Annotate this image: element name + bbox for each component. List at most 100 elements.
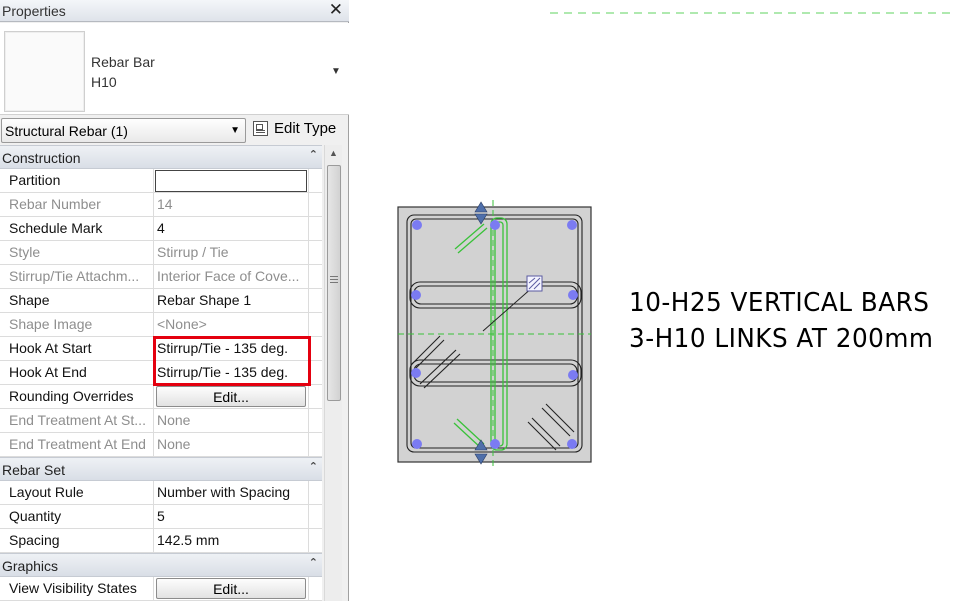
property-value: Stirrup / Tie <box>157 244 229 260</box>
type-selector[interactable]: Rebar Bar H10 ▼ <box>0 23 349 115</box>
rebar-dot <box>411 368 421 378</box>
row-gutter <box>308 529 322 552</box>
property-row-rebar-number: Rebar Number 14 <box>0 193 322 217</box>
row-gutter <box>308 289 322 312</box>
group-construction[interactable]: Construction ⌃ <box>0 145 322 169</box>
property-row-rounding-overrides[interactable]: Rounding Overrides Edit... <box>0 385 322 409</box>
type-family-label: Rebar Bar <box>91 54 155 70</box>
property-name: Shape <box>0 289 154 312</box>
scrollbar-thumb[interactable] <box>327 165 341 401</box>
property-value: <None> <box>157 316 207 332</box>
group-rebar-set[interactable]: Rebar Set ⌃ <box>0 457 322 481</box>
drawing-canvas[interactable]: 10-H25 VERTICAL BARS 3-H10 LINKS AT 200m… <box>350 0 955 601</box>
property-value: None <box>157 436 191 452</box>
group-label: Graphics <box>2 558 59 574</box>
annotation-vertical-bars[interactable]: 10-H25 VERTICAL BARS <box>629 288 929 318</box>
property-name: Stirrup/Tie Attachm... <box>0 265 154 288</box>
collapse-icon[interactable]: ⌃ <box>309 460 318 473</box>
property-row-stirrup-attachment: Stirrup/Tie Attachm... Interior Face of … <box>0 265 322 289</box>
property-value: 14 <box>157 196 173 212</box>
property-row-spacing[interactable]: Spacing 142.5 mm <box>0 529 322 553</box>
property-name: Rebar Number <box>0 193 154 216</box>
property-name: Rounding Overrides <box>0 385 154 408</box>
row-gutter <box>308 169 322 192</box>
collapse-icon[interactable]: ⌃ <box>309 556 318 569</box>
row-gutter <box>308 409 322 432</box>
type-preview-image <box>4 31 85 112</box>
properties-title-bar[interactable]: Properties ✕ <box>0 0 349 22</box>
group-graphics[interactable]: Graphics ⌃ <box>0 553 322 577</box>
property-row-shape-image: Shape Image <None> <box>0 313 322 337</box>
property-row-end-treatment-end: End Treatment At End None <box>0 433 322 457</box>
move-handle-icon[interactable] <box>526 275 543 292</box>
property-name: Schedule Mark <box>0 217 154 240</box>
rebar-dot <box>568 290 578 300</box>
rebar-dot <box>412 220 422 230</box>
row-gutter <box>308 193 322 216</box>
collapse-icon[interactable]: ⌃ <box>309 148 318 161</box>
property-value: None <box>157 412 191 428</box>
type-name-label: H10 <box>91 74 117 90</box>
property-row-view-visibility-states[interactable]: View Visibility States Edit... <box>0 577 322 601</box>
property-row-partition[interactable]: Partition <box>0 169 322 193</box>
property-row-style: Style Stirrup / Tie <box>0 241 322 265</box>
properties-title: Properties <box>2 3 66 19</box>
rebar-dot <box>490 220 500 230</box>
property-name: Quantity <box>0 505 154 528</box>
scroll-up-arrow-icon[interactable]: ▲ <box>329 148 338 158</box>
property-name: End Treatment At St... <box>0 409 154 432</box>
property-row-quantity[interactable]: Quantity 5 <box>0 505 322 529</box>
quantity-field[interactable]: 5 <box>155 505 308 528</box>
row-gutter <box>308 217 322 240</box>
scrollbar-grip-icon <box>330 276 338 283</box>
close-icon[interactable]: ✕ <box>329 0 343 20</box>
hook-at-end-field[interactable]: Stirrup/Tie - 135 deg. <box>155 361 308 384</box>
instance-filter-dropdown[interactable]: Structural Rebar (1) ▼ <box>1 118 246 143</box>
properties-grid: Construction ⌃ Partition Rebar Number 14… <box>0 145 322 601</box>
property-row-shape[interactable]: Shape Rebar Shape 1 <box>0 289 322 313</box>
edit-type-button[interactable]: Edit Type <box>251 118 346 141</box>
properties-palette: Properties ✕ Rebar Bar H10 ▼ Structural … <box>0 0 349 601</box>
rebar-dot <box>411 290 421 300</box>
properties-scrollbar[interactable]: ▲ <box>324 145 342 601</box>
schedule-mark-field[interactable]: 4 <box>155 217 308 240</box>
property-row-hook-at-start[interactable]: Hook At Start Stirrup/Tie - 135 deg. <box>0 337 322 361</box>
property-name: Partition <box>0 169 154 192</box>
edit-type-label: Edit Type <box>274 120 337 137</box>
partition-input[interactable] <box>155 170 307 192</box>
chevron-down-icon[interactable]: ▼ <box>331 66 341 77</box>
view-visibility-edit-button[interactable]: Edit... <box>156 578 306 599</box>
rounding-overrides-edit-button[interactable]: Edit... <box>156 386 306 407</box>
row-gutter <box>308 481 322 504</box>
property-name: End Treatment At End <box>0 433 154 456</box>
shape-field[interactable]: Rebar Shape 1 <box>155 289 308 312</box>
property-row-layout-rule[interactable]: Layout Rule Number with Spacing <box>0 481 322 505</box>
property-name: View Visibility States <box>0 577 154 600</box>
row-gutter <box>308 241 322 264</box>
rebar-dot <box>412 439 422 449</box>
hook-at-start-field[interactable]: Stirrup/Tie - 135 deg. <box>155 337 308 360</box>
property-name: Hook At Start <box>0 337 154 360</box>
property-row-end-treatment-start: End Treatment At St... None <box>0 409 322 433</box>
chevron-down-icon: ▼ <box>230 125 240 136</box>
layout-rule-field[interactable]: Number with Spacing <box>155 481 308 504</box>
row-gutter <box>308 505 322 528</box>
group-label: Construction <box>2 150 81 166</box>
rebar-dot <box>567 220 577 230</box>
property-row-hook-at-end[interactable]: Hook At End Stirrup/Tie - 135 deg. <box>0 361 322 385</box>
row-gutter <box>308 337 322 360</box>
row-gutter <box>308 433 322 456</box>
property-name: Shape Image <box>0 313 154 336</box>
rebar-dot <box>567 439 577 449</box>
annotation-links[interactable]: 3-H10 LINKS AT 200mm <box>629 324 933 354</box>
row-gutter <box>308 265 322 288</box>
row-gutter <box>308 385 322 408</box>
property-name: Style <box>0 241 154 264</box>
row-gutter <box>308 361 322 384</box>
row-gutter <box>308 313 322 336</box>
rebar-dot <box>568 370 578 380</box>
group-label: Rebar Set <box>2 462 66 478</box>
spacing-field[interactable]: 142.5 mm <box>155 529 308 552</box>
instance-filter-value: Structural Rebar (1) <box>5 123 128 139</box>
property-row-schedule-mark[interactable]: Schedule Mark 4 <box>0 217 322 241</box>
